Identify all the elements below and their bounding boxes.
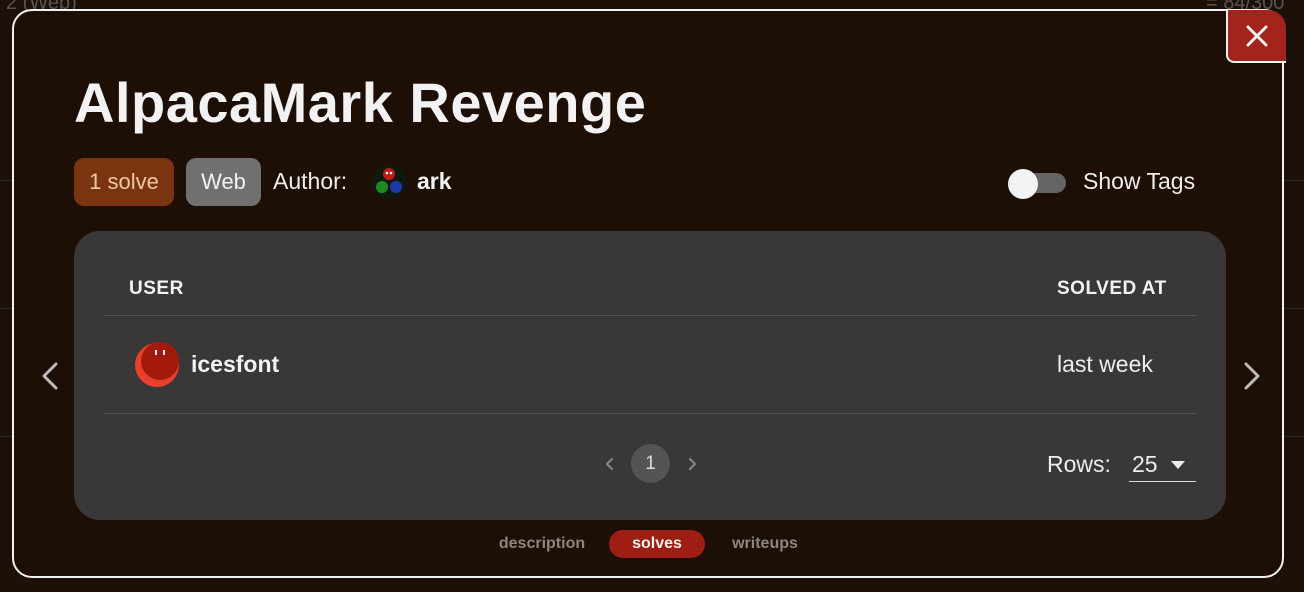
page-prev-button[interactable] xyxy=(600,452,618,476)
close-icon xyxy=(1246,25,1268,46)
column-header-user[interactable]: USER xyxy=(129,278,184,300)
page-number-button[interactable]: 1 xyxy=(631,444,670,483)
rows-per-page-label: Rows: xyxy=(1047,451,1111,477)
author-label: Author: xyxy=(273,168,348,194)
table-row-solved-at: last week xyxy=(1057,351,1153,377)
table-row-divider xyxy=(104,413,1196,414)
next-challenge-arrow[interactable] xyxy=(1240,358,1264,394)
show-tags-toggle[interactable] xyxy=(1008,169,1066,199)
caret-down-icon xyxy=(1171,461,1185,469)
show-tags-label: Show Tags xyxy=(1083,168,1196,194)
challenge-title: AlpacaMark Revenge xyxy=(74,71,647,134)
chevron-right-icon xyxy=(689,458,696,470)
chevron-left-icon xyxy=(606,458,613,470)
page-next-button[interactable] xyxy=(684,452,702,476)
author-name[interactable]: ark xyxy=(417,168,452,195)
chevron-right-icon xyxy=(1244,362,1260,390)
user-avatar[interactable] xyxy=(134,342,180,388)
tab-writeups[interactable]: writeups xyxy=(722,530,808,558)
table-header-divider xyxy=(104,315,1196,316)
tab-description[interactable]: description xyxy=(490,530,594,558)
toggle-knob xyxy=(1008,169,1038,199)
category-badge: Web xyxy=(186,158,261,206)
chevron-left-icon xyxy=(42,362,58,390)
table-row-user[interactable]: icesfont xyxy=(191,351,279,378)
column-header-solved-at[interactable]: SOLVED AT xyxy=(1057,278,1167,300)
solve-count-badge: 1 solve xyxy=(74,158,174,206)
rows-per-page-value: 25 xyxy=(1132,451,1158,477)
tab-solves[interactable]: solves xyxy=(609,530,705,558)
author-avatar[interactable] xyxy=(371,164,407,200)
previous-challenge-arrow[interactable] xyxy=(38,358,62,394)
close-button[interactable] xyxy=(1226,10,1286,63)
rows-per-page-select[interactable]: 25 xyxy=(1129,446,1196,482)
